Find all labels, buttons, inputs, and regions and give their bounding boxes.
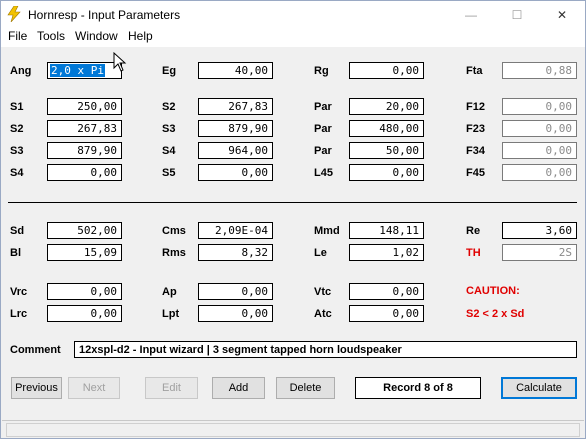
s2-field[interactable]: 267,83	[198, 98, 273, 115]
section-divider	[8, 202, 577, 203]
next-button[interactable]: Next	[68, 377, 120, 399]
th-field[interactable]: 2S	[502, 244, 577, 261]
mouse-pointer-icon	[113, 52, 127, 72]
menu-bar: File Tools Window Help	[1, 28, 585, 47]
cms-field[interactable]: 2,09E-04	[198, 222, 273, 239]
s3b-field[interactable]: 879,90	[47, 142, 122, 159]
th-label: TH	[466, 247, 481, 259]
f34-label: F34	[466, 145, 485, 157]
ang-field[interactable]: 2,0 x Pi	[47, 62, 122, 79]
par3-field[interactable]: 50,00	[349, 142, 424, 159]
l45-field[interactable]: 0,00	[349, 164, 424, 181]
le-field[interactable]: 1,02	[349, 244, 424, 261]
ang-value: 2,0 x Pi	[50, 64, 105, 77]
previous-button[interactable]: Previous	[11, 377, 62, 399]
lpt-label: Lpt	[162, 308, 180, 320]
fta-field[interactable]: 0,88	[502, 62, 577, 79]
cms-label: Cms	[162, 225, 186, 237]
caution-message: S2 < 2 x Sd	[466, 308, 525, 320]
comment-field[interactable]: 12xspl-d2 - Input wizard | 3 segment tap…	[74, 341, 577, 358]
rg-field[interactable]: 0,00	[349, 62, 424, 79]
window-title: Hornresp - Input Parameters	[28, 8, 181, 22]
menu-file[interactable]: File	[8, 29, 27, 43]
s2-label: S2	[162, 101, 176, 113]
bl-label: Bl	[10, 247, 21, 259]
f23-label: F23	[466, 123, 485, 135]
ap-label: Ap	[162, 286, 177, 298]
par1-label: Par	[314, 101, 332, 113]
le-label: Le	[314, 247, 327, 259]
par2-field[interactable]: 480,00	[349, 120, 424, 137]
f34-field[interactable]: 0,00	[502, 142, 577, 159]
lrc-label: Lrc	[10, 308, 28, 320]
l45-label: L45	[314, 167, 333, 179]
hornresp-window: Hornresp - Input Parameters — ☐ ✕ File T…	[0, 0, 586, 439]
f45-label: F45	[466, 167, 485, 179]
s3b-label: S3	[10, 145, 24, 157]
s1-label: S1	[10, 101, 24, 113]
rg-label: Rg	[314, 65, 329, 77]
par1-field[interactable]: 20,00	[349, 98, 424, 115]
fta-label: Fta	[466, 65, 483, 77]
close-button[interactable]: ✕	[539, 1, 585, 28]
s4-label: S4	[162, 145, 176, 157]
s5-field[interactable]: 0,00	[198, 164, 273, 181]
atc-field[interactable]: 0,00	[349, 305, 424, 322]
s4b-label: S4	[10, 167, 24, 179]
s2b-field[interactable]: 267,83	[47, 120, 122, 137]
lrc-field[interactable]: 0,00	[47, 305, 122, 322]
rms-label: Rms	[162, 247, 186, 259]
mmd-field[interactable]: 148,11	[349, 222, 424, 239]
maximize-button[interactable]: ☐	[494, 1, 540, 28]
caution-title: CAUTION:	[466, 285, 520, 297]
atc-label: Atc	[314, 308, 332, 320]
ap-field[interactable]: 0,00	[198, 283, 273, 300]
f12-field[interactable]: 0,00	[502, 98, 577, 115]
vrc-label: Vrc	[10, 286, 28, 298]
s1-field[interactable]: 250,00	[47, 98, 122, 115]
status-pane	[6, 423, 580, 437]
mmd-label: Mmd	[314, 225, 340, 237]
menu-help[interactable]: Help	[128, 29, 153, 43]
f45-field[interactable]: 0,00	[502, 164, 577, 181]
vrc-field[interactable]: 0,00	[47, 283, 122, 300]
s4b-field[interactable]: 0,00	[47, 164, 122, 181]
s3-field[interactable]: 879,90	[198, 120, 273, 137]
record-indicator: Record 8 of 8	[355, 377, 481, 399]
s3-label: S3	[162, 123, 176, 135]
menu-tools[interactable]: Tools	[37, 29, 65, 43]
re-field[interactable]: 3,60	[502, 222, 577, 239]
lightning-bolt-icon	[7, 6, 21, 22]
eg-field[interactable]: 40,00	[198, 62, 273, 79]
status-bar	[2, 420, 584, 438]
lpt-field[interactable]: 0,00	[198, 305, 273, 322]
comment-label: Comment	[10, 344, 61, 356]
re-label: Re	[466, 225, 481, 237]
eg-label: Eg	[162, 65, 177, 77]
edit-button[interactable]: Edit	[145, 377, 198, 399]
s5-label: S5	[162, 167, 176, 179]
rms-field[interactable]: 8,32	[198, 244, 273, 261]
vtc-field[interactable]: 0,00	[349, 283, 424, 300]
par2-label: Par	[314, 123, 332, 135]
delete-button[interactable]: Delete	[276, 377, 335, 399]
bl-field[interactable]: 15,09	[47, 244, 122, 261]
input-parameters-panel: Ang 2,0 x Pi Eg 40,00 Rg 0,00 Fta 0,88 S…	[2, 47, 584, 420]
sd-field[interactable]: 502,00	[47, 222, 122, 239]
calculate-button[interactable]: Calculate	[501, 377, 577, 399]
ang-label: Ang	[10, 65, 32, 77]
add-button[interactable]: Add	[212, 377, 265, 399]
sd-label: Sd	[10, 225, 25, 237]
s2b-label: S2	[10, 123, 24, 135]
par3-label: Par	[314, 145, 332, 157]
vtc-label: Vtc	[314, 286, 332, 298]
s4-field[interactable]: 964,00	[198, 142, 273, 159]
menu-window[interactable]: Window	[75, 29, 118, 43]
f12-label: F12	[466, 101, 485, 113]
f23-field[interactable]: 0,00	[502, 120, 577, 137]
minimize-button[interactable]: —	[448, 1, 494, 28]
title-bar: Hornresp - Input Parameters — ☐ ✕	[1, 1, 585, 28]
